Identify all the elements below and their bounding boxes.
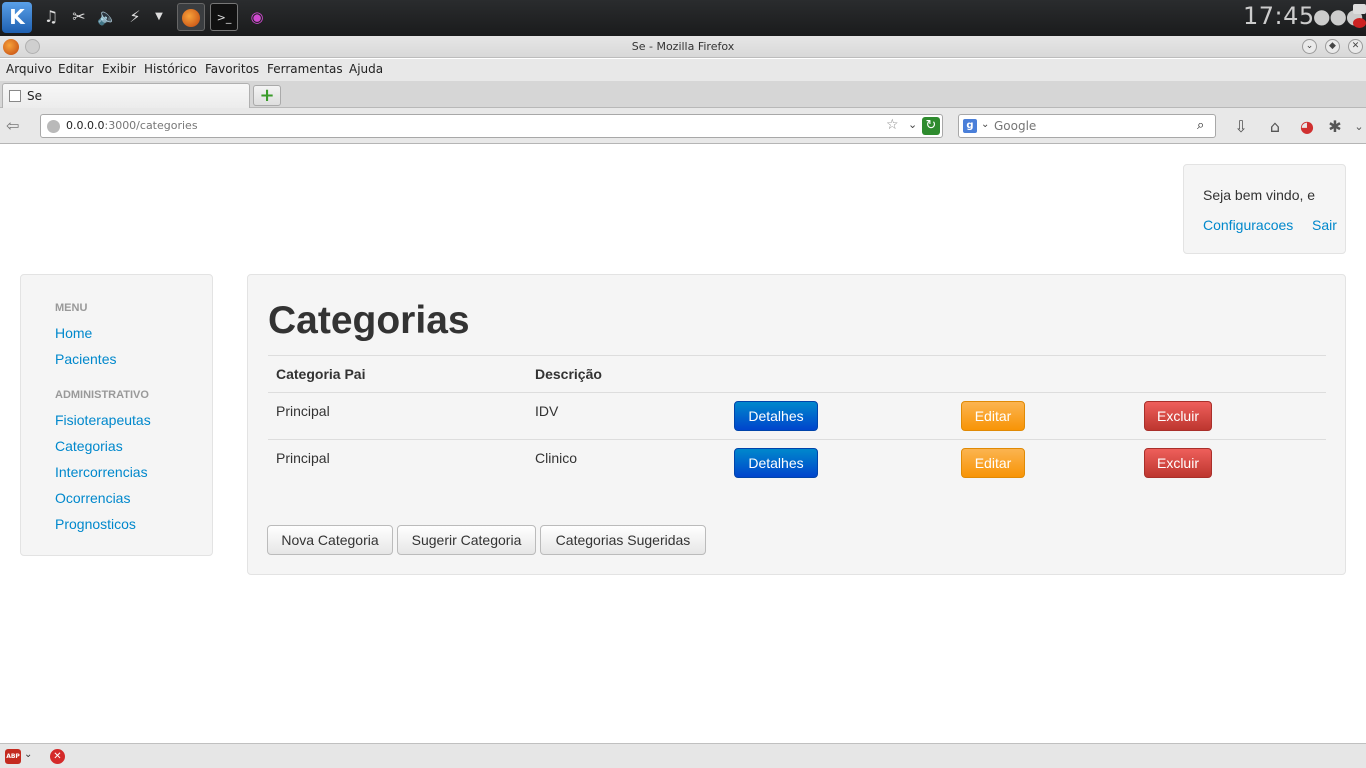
addon-icon[interactable]: ◕: [1296, 116, 1318, 138]
admin-header: ADMINISTRATIVO: [55, 389, 149, 401]
main-content: Categorias Categoria Pai Descrição Princ…: [247, 274, 1346, 575]
tray-arrow-icon[interactable]: ▼: [148, 6, 170, 28]
sidebar-item-ocorrencias[interactable]: Ocorrencias: [55, 490, 130, 506]
url-host: 0.0.0.0: [66, 119, 105, 132]
column-header-description: Descrição: [535, 366, 602, 382]
kde-launcher-icon[interactable]: K: [2, 2, 32, 33]
url-text[interactable]: 0.0.0.0:3000/categories: [66, 119, 198, 132]
menu-editar[interactable]: Editar: [58, 62, 94, 76]
search-engine-dropdown-icon[interactable]: ⌄: [981, 119, 989, 130]
categories-table: Categoria Pai Descrição Principal IDV De…: [268, 355, 1326, 486]
adblock-icon[interactable]: ABP: [5, 749, 21, 764]
adblock-dropdown-icon[interactable]: ⌄: [24, 749, 32, 760]
close-icon[interactable]: ✕: [1348, 39, 1363, 54]
sidebar-menu: MENU Home Pacientes ADMINISTRATIVO Fisio…: [20, 274, 213, 556]
tab-strip: Se +: [0, 81, 1366, 108]
volume-icon[interactable]: 🔈: [96, 6, 118, 28]
cell-parent: Principal: [276, 450, 330, 466]
site-identity-icon[interactable]: [47, 120, 60, 133]
menu-ajuda[interactable]: Ajuda: [349, 62, 383, 76]
url-path: :3000/categories: [104, 119, 198, 132]
sidebar-item-home[interactable]: Home: [55, 325, 92, 341]
welcome-text: Seja bem vindo, e: [1203, 187, 1316, 203]
menu-arquivo[interactable]: Arquivo: [6, 62, 52, 76]
search-input[interactable]: [994, 118, 1189, 134]
reload-icon[interactable]: ↻: [922, 117, 940, 135]
cell-description: Clinico: [535, 450, 578, 466]
menu-exibir[interactable]: Exibir: [102, 62, 136, 76]
suggest-category-button[interactable]: Sugerir Categoria: [397, 525, 536, 555]
suggested-categories-button[interactable]: Categorias Sugeridas: [540, 525, 706, 555]
window-titlebar: Se - Mozilla Firefox ⌄ ◆ ✕: [0, 36, 1366, 58]
firefox-task-icon[interactable]: [177, 3, 205, 31]
table-header-row: Categoria Pai Descrição: [268, 355, 1326, 392]
panel-mini-icon[interactable]: [1353, 4, 1366, 14]
os-taskbar: K ♫ ✂ 🔈 ⚡ ▼ >_ ◉ 17:45 ●●●: [0, 0, 1366, 36]
network-icon[interactable]: ⚡: [124, 6, 146, 28]
cell-description: IDV: [535, 403, 559, 419]
error-icon[interactable]: ✕: [50, 749, 65, 764]
menu-bar: Arquivo Editar Exibir Histórico Favorito…: [0, 59, 1366, 81]
menu-header: MENU: [55, 302, 88, 314]
navigation-toolbar: ⇦ 0.0.0.0:3000/categories ☆ ⌄ ↻ g ⌄ ⌕ ⇩ …: [0, 108, 1366, 144]
search-binoculars-icon[interactable]: ⌕: [1197, 118, 1204, 133]
tab-active[interactable]: Se: [2, 83, 250, 108]
bug-icon[interactable]: ✱: [1324, 116, 1346, 138]
eye-app-task-icon[interactable]: ◉: [243, 3, 271, 31]
sidebar-item-intercorrencias[interactable]: Intercorrencias: [55, 464, 148, 480]
page-favicon-icon: [9, 90, 21, 102]
new-tab-button[interactable]: +: [253, 85, 281, 106]
details-button[interactable]: Detalhes: [734, 448, 818, 478]
table-row: Principal IDV Detalhes Editar Excluir: [268, 392, 1326, 439]
edit-button[interactable]: Editar: [961, 448, 1025, 478]
home-icon[interactable]: ⌂: [1264, 116, 1286, 138]
music-icon[interactable]: ♫: [40, 6, 62, 28]
edit-button[interactable]: Editar: [961, 401, 1025, 431]
delete-button[interactable]: Excluir: [1144, 401, 1212, 431]
settings-link[interactable]: Configuracoes: [1203, 217, 1293, 233]
column-header-parent: Categoria Pai: [276, 366, 366, 382]
url-bar[interactable]: 0.0.0.0:3000/categories ☆ ⌄ ↻: [40, 114, 943, 138]
maximize-icon[interactable]: ◆: [1325, 39, 1340, 54]
back-icon[interactable]: ⇦: [6, 116, 30, 136]
toolbar-menu-icon[interactable]: ⌄: [1348, 116, 1366, 138]
shutdown-icon[interactable]: [1353, 18, 1366, 28]
sidebar-item-fisioterapeutas[interactable]: Fisioterapeutas: [55, 412, 151, 428]
menu-historico[interactable]: Histórico: [144, 62, 197, 76]
menu-ferramentas[interactable]: Ferramentas: [267, 62, 343, 76]
cell-parent: Principal: [276, 403, 330, 419]
clock[interactable]: 17:45: [1243, 2, 1315, 30]
menu-favoritos[interactable]: Favoritos: [205, 62, 259, 76]
new-category-button[interactable]: Nova Categoria: [267, 525, 393, 555]
url-history-dropdown-icon[interactable]: ⌄: [908, 118, 917, 131]
terminal-task-icon[interactable]: >_: [210, 3, 238, 31]
window-title: Se - Mozilla Firefox: [631, 40, 735, 53]
sidebar-item-pacientes[interactable]: Pacientes: [55, 351, 116, 367]
search-bar[interactable]: g ⌄ ⌕: [958, 114, 1216, 138]
downloads-icon[interactable]: ⇩: [1230, 116, 1252, 138]
search-engine-icon[interactable]: g: [963, 119, 977, 133]
page-title: Categorias: [268, 299, 470, 342]
minimize-icon[interactable]: ⌄: [1302, 39, 1317, 54]
sidebar-item-categorias[interactable]: Categorias: [55, 438, 123, 454]
web-page: Seja bem vindo, e Configuracoes Sair MEN…: [0, 144, 1366, 743]
tab-label: Se: [27, 89, 42, 103]
status-bar: ABP ⌄ ✕: [0, 743, 1366, 768]
table-row: Principal Clinico Detalhes Editar Exclui…: [268, 439, 1326, 486]
tools-icon[interactable]: ✂: [68, 6, 90, 28]
bookmark-star-icon[interactable]: ☆: [886, 117, 899, 133]
logout-link[interactable]: Sair: [1312, 217, 1337, 233]
delete-button[interactable]: Excluir: [1144, 448, 1212, 478]
welcome-box: Seja bem vindo, e Configuracoes Sair: [1183, 164, 1346, 254]
sidebar-item-prognosticos[interactable]: Prognosticos: [55, 516, 136, 532]
details-button[interactable]: Detalhes: [734, 401, 818, 431]
